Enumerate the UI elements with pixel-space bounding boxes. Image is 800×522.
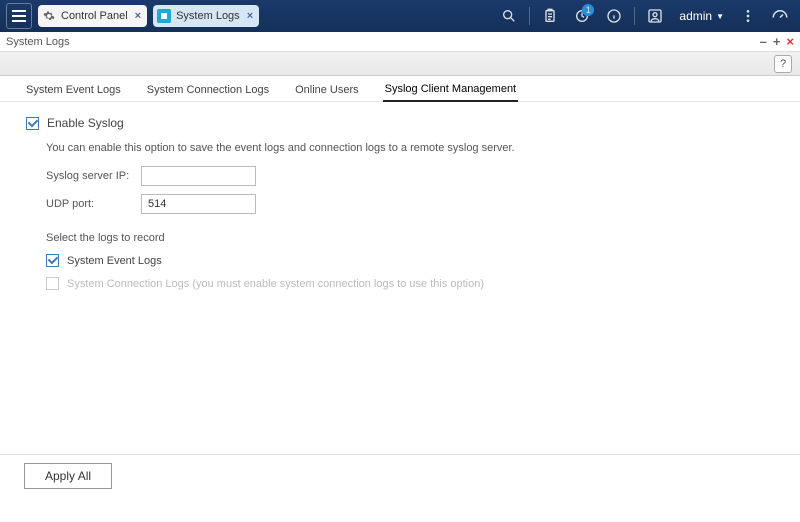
user-menu[interactable]: admin ▼ (673, 9, 730, 23)
notifications-button[interactable]: 1 (568, 2, 596, 30)
system-connection-logs-label: System Connection Logs (you must enable … (67, 278, 484, 290)
enable-syslog-checkbox[interactable] (26, 117, 39, 130)
tab-label: Control Panel (61, 10, 128, 22)
close-button[interactable]: × (786, 34, 794, 49)
gauge-icon (771, 7, 789, 25)
apply-all-button[interactable]: Apply All (24, 463, 112, 489)
system-connection-logs-checkbox (46, 277, 59, 290)
enable-syslog-label: Enable Syslog (47, 116, 124, 130)
user-icon-button[interactable] (641, 2, 669, 30)
dashboard-button[interactable] (766, 2, 794, 30)
server-ip-input[interactable] (141, 166, 256, 186)
tab-syslog-client-management[interactable]: Syslog Client Management (383, 79, 518, 102)
user-label: admin (679, 9, 712, 23)
udp-port-input[interactable] (141, 194, 256, 214)
topbar-actions: 1 admin ▼ (495, 2, 794, 30)
dots-vertical-icon (740, 8, 756, 24)
tab-control-panel[interactable]: Control Panel × (38, 5, 147, 27)
search-button[interactable] (495, 2, 523, 30)
app-tabs: Control Panel × System Logs × (38, 5, 259, 27)
info-button[interactable] (600, 2, 628, 30)
server-ip-label: Syslog server IP: (46, 170, 141, 182)
tab-system-event-logs[interactable]: System Event Logs (24, 80, 123, 101)
enable-syslog-description: You can enable this option to save the e… (46, 142, 774, 154)
maximize-button[interactable]: + (773, 34, 781, 49)
settings-panel: Enable Syslog You can enable this option… (0, 102, 800, 496)
window-titlebar: System Logs – + × (0, 32, 800, 52)
help-button[interactable]: ? (774, 55, 792, 73)
notification-badge: 1 (582, 4, 594, 16)
info-icon (606, 8, 622, 24)
system-event-logs-label: System Event Logs (67, 255, 162, 267)
select-logs-label: Select the logs to record (46, 232, 774, 244)
udp-port-label: UDP port: (46, 198, 141, 210)
app-topbar: Control Panel × System Logs × 1 (0, 0, 800, 32)
minimize-button[interactable]: – (760, 34, 767, 49)
window-title: System Logs (6, 36, 70, 48)
search-icon (501, 8, 517, 24)
section-tabs: System Event Logs System Connection Logs… (0, 76, 800, 102)
close-icon[interactable]: × (247, 10, 253, 22)
tab-online-users[interactable]: Online Users (293, 80, 361, 101)
gear-icon (42, 9, 56, 23)
clipboard-button[interactable] (536, 2, 564, 30)
tab-label: System Logs (176, 10, 240, 22)
user-icon (647, 8, 663, 24)
system-event-logs-checkbox[interactable] (46, 254, 59, 267)
hamburger-icon (12, 10, 26, 22)
tab-system-logs[interactable]: System Logs × (153, 5, 259, 27)
menu-button[interactable] (6, 3, 32, 29)
footer: Apply All (0, 454, 800, 496)
window-controls: – + × (760, 34, 794, 49)
tab-system-connection-logs[interactable]: System Connection Logs (145, 80, 271, 101)
logs-icon (157, 9, 171, 23)
help-icon: ? (780, 58, 786, 70)
window-toolbar: ? (0, 52, 800, 76)
more-button[interactable] (734, 2, 762, 30)
clipboard-icon (542, 8, 558, 24)
close-icon[interactable]: × (135, 10, 141, 22)
chevron-down-icon: ▼ (716, 12, 724, 21)
